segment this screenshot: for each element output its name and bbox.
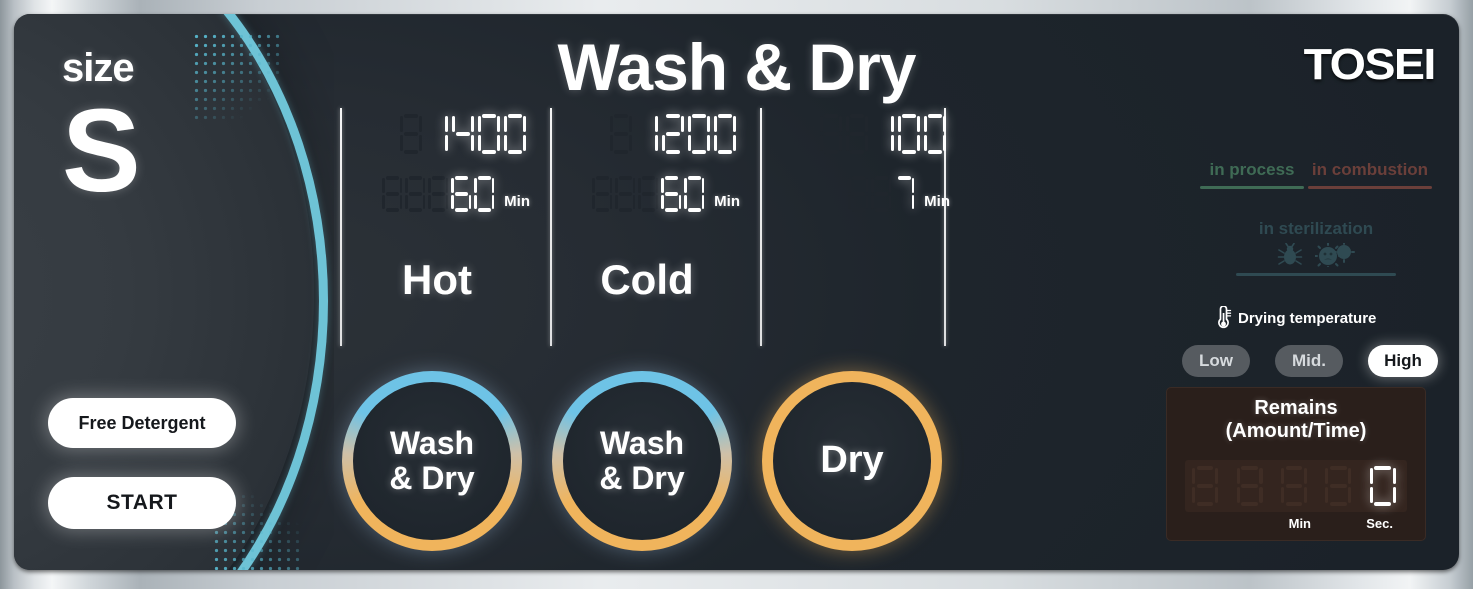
remains-title-line2: (Amount/Time) <box>1225 420 1367 442</box>
brand-logo: TOSEI <box>1303 40 1437 89</box>
seven-segment-digit-off <box>848 176 869 212</box>
time-unit-label: Min <box>714 193 740 210</box>
mite-icon <box>1277 243 1303 265</box>
status-in-sterilization-label: in sterilization <box>1258 219 1374 238</box>
seven-segment-digit <box>1369 466 1396 506</box>
seven-segment-digit-off <box>871 176 892 212</box>
amount-display <box>764 114 950 154</box>
temp-option-low[interactable]: Low <box>1182 345 1250 377</box>
time-display: Min <box>344 176 530 212</box>
seven-segment-digit <box>504 114 526 154</box>
column-divider-0 <box>340 108 342 346</box>
remains-digits <box>1185 460 1407 512</box>
program-column-hot: Min Hot <box>344 96 544 354</box>
size-value: S <box>62 85 141 217</box>
program-label-cold: Cold <box>600 256 694 303</box>
seven-segment-digit <box>426 114 448 154</box>
time-display: Min <box>764 176 950 212</box>
seven-segment-digit <box>872 114 894 154</box>
program-button-dry[interactable]: Dry <box>762 371 942 551</box>
seven-segment-digit <box>636 114 658 154</box>
status-in-process-underline <box>1200 186 1304 189</box>
remains-min-label: Min <box>1288 516 1311 531</box>
time-unit-label: Min <box>924 193 950 210</box>
seven-segment-digit-off <box>428 176 449 212</box>
free-detergent-button[interactable]: Free Detergent <box>48 398 236 448</box>
seven-segment-digit <box>452 114 474 154</box>
seven-segment-digit <box>684 176 705 212</box>
seven-segment-digit-off <box>382 176 403 212</box>
start-button[interactable]: START <box>48 477 236 529</box>
virus-icon <box>1315 243 1355 267</box>
seven-segment-digit <box>714 114 736 154</box>
status-in-combustion-underline <box>1308 186 1432 189</box>
seven-segment-digit-off <box>615 176 636 212</box>
seven-segment-digit-off <box>846 114 868 154</box>
seven-segment-digit <box>894 176 915 212</box>
seven-segment-digit-off <box>400 114 422 154</box>
seven-segment-digit-off <box>1280 466 1307 506</box>
status-in-sterilization: in sterilization <box>1236 219 1396 276</box>
temp-option-high[interactable]: High <box>1368 345 1438 377</box>
seven-segment-digit <box>898 114 920 154</box>
seven-segment-digit <box>451 176 472 212</box>
status-in-combustion: in combustion <box>1308 160 1432 189</box>
column-divider-2 <box>760 108 762 346</box>
control-panel: size S Free Detergent START Wash & Dry T… <box>14 14 1459 570</box>
drying-temperature-label: Drying temperature <box>1238 309 1377 327</box>
seven-segment-digit-off <box>1192 466 1219 506</box>
program-button-label: Wash & Dry <box>389 425 475 496</box>
time-unit-label: Min <box>504 193 530 210</box>
amount-display <box>554 114 740 154</box>
seven-segment-digit <box>688 114 710 154</box>
status-in-process-label: in process <box>1209 160 1295 179</box>
status-in-sterilization-underline <box>1236 273 1396 276</box>
drying-temperature-header: Drying temperature <box>1214 306 1376 330</box>
status-in-process: in process <box>1200 160 1304 189</box>
program-button-label: Wash & Dry <box>599 425 685 496</box>
program-display-columns: Min Hot Min Cold Min <box>314 96 954 354</box>
page-title: Wash & Dry <box>557 30 917 104</box>
program-button-label: Dry <box>820 439 884 482</box>
column-divider-1 <box>550 108 552 346</box>
seven-segment-digit-off <box>1236 466 1263 506</box>
seven-segment-digit <box>478 114 500 154</box>
seven-segment-digit-off <box>820 114 842 154</box>
amount-display <box>344 114 530 154</box>
seven-segment-digit <box>924 114 946 154</box>
seven-segment-digit-off <box>405 176 426 212</box>
remains-title-line1: Remains <box>1254 397 1338 419</box>
program-label-hot: Hot <box>402 256 472 303</box>
seven-segment-digit-off <box>592 176 613 212</box>
temp-option-mid[interactable]: Mid. <box>1275 345 1343 377</box>
program-column-dry: Min <box>764 96 964 354</box>
program-column-cold: Min Cold <box>554 96 754 354</box>
remains-display: Remains (Amount/Time) Min Sec. <box>1166 387 1426 541</box>
seven-segment-digit-off <box>1325 466 1352 506</box>
seven-segment-digit-off <box>610 114 632 154</box>
remains-sec-label: Sec. <box>1366 516 1393 531</box>
program-button-cold[interactable]: Wash & Dry <box>552 371 732 551</box>
seven-segment-digit <box>662 114 684 154</box>
column-divider-3 <box>944 108 946 346</box>
seven-segment-digit-off <box>638 176 659 212</box>
seven-segment-digit <box>661 176 682 212</box>
status-in-combustion-label: in combustion <box>1311 160 1429 179</box>
program-button-hot[interactable]: Wash & Dry <box>342 371 522 551</box>
time-display: Min <box>554 176 740 212</box>
seven-segment-digit <box>474 176 495 212</box>
thermometer-icon <box>1218 306 1232 329</box>
